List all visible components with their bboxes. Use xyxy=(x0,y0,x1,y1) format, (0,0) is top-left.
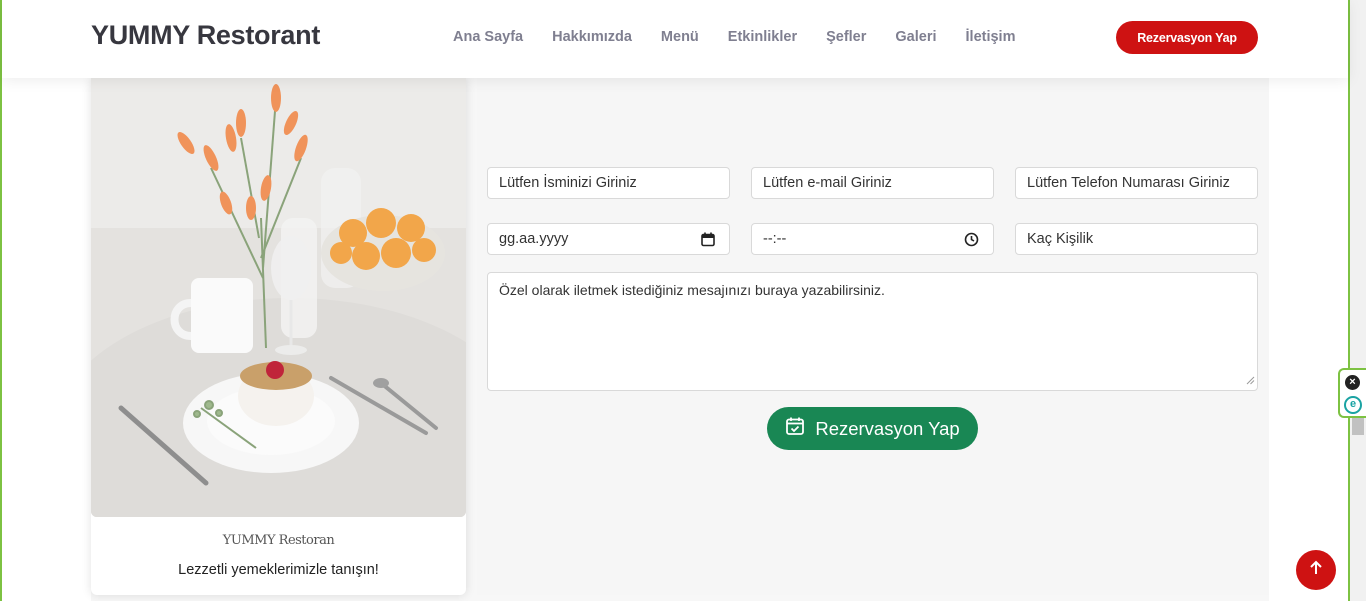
table-setting-photo xyxy=(91,78,466,517)
date-input[interactable]: gg.aa.yyyy xyxy=(487,223,730,255)
site-logo[interactable]: YUMMY Restorant xyxy=(91,20,320,51)
people-placeholder: Kaç Kişilik xyxy=(1027,231,1094,247)
nav-item-iletisim[interactable]: İletişim xyxy=(966,29,1016,45)
date-value: gg.aa.yyyy xyxy=(499,231,569,247)
nav-item-etkinlikler[interactable]: Etkinlikler xyxy=(728,29,797,45)
people-count-input[interactable]: Kaç Kişilik xyxy=(1015,223,1258,255)
card-title: YUMMY Restoran xyxy=(222,533,335,548)
scroll-to-top-button[interactable] xyxy=(1296,550,1336,590)
calendar-check-icon xyxy=(785,416,805,441)
nav-item-ana-sayfa[interactable]: Ana Sayfa xyxy=(453,29,523,45)
header-reservation-button[interactable]: Rezervasyon Yap xyxy=(1116,21,1258,54)
submit-reservation-button[interactable]: Rezervasyon Yap xyxy=(767,407,978,450)
arrow-up-icon xyxy=(1309,560,1323,581)
extension-panel: × e xyxy=(1338,368,1366,418)
nav-item-galeri[interactable]: Galeri xyxy=(895,29,936,45)
page-scrollbar-thumb[interactable] xyxy=(1352,418,1364,435)
page-scrollbar[interactable] xyxy=(1350,0,1366,601)
name-input[interactable]: Lütfen İsminizi Giriniz xyxy=(487,167,730,199)
section-right-gutter xyxy=(1269,78,1348,601)
extension-e-icon[interactable]: e xyxy=(1344,396,1362,414)
resize-handle-icon[interactable] xyxy=(1246,372,1255,388)
email-input[interactable]: Lütfen e-mail Giriniz xyxy=(751,167,994,199)
time-value: --:-- xyxy=(763,231,787,247)
email-placeholder: Lütfen e-mail Giriniz xyxy=(763,175,892,191)
clock-icon[interactable] xyxy=(964,232,979,251)
message-placeholder: Özel olarak iletmek istediğiniz mesajını… xyxy=(499,282,885,298)
submit-label: Rezervasyon Yap xyxy=(815,417,960,439)
phone-input[interactable]: Lütfen Telefon Numarası Giriniz xyxy=(1015,167,1258,199)
phone-placeholder: Lütfen Telefon Numarası Giriniz xyxy=(1027,175,1230,191)
nav-item-menu[interactable]: Menü xyxy=(661,29,699,45)
message-textarea[interactable]: Özel olarak iletmek istediğiniz mesajını… xyxy=(487,272,1258,391)
calendar-icon[interactable] xyxy=(701,232,715,251)
name-placeholder: Lütfen İsminizi Giriniz xyxy=(499,175,637,191)
restaurant-card: YUMMY Restoran Lezzetli yemeklerimizle t… xyxy=(91,78,466,595)
card-tagline: Lezzetli yemeklerimizle tanışın! xyxy=(178,562,379,578)
site-header: YUMMY Restorant Ana Sayfa Hakkımızda Men… xyxy=(2,0,1348,78)
main-nav: Ana Sayfa Hakkımızda Menü Etkinlikler Şe… xyxy=(453,29,1044,45)
nav-item-hakkimizda[interactable]: Hakkımızda xyxy=(552,29,632,45)
close-icon[interactable]: × xyxy=(1345,375,1360,390)
nav-item-sefler[interactable]: Şefler xyxy=(826,29,866,45)
time-input[interactable]: --:-- xyxy=(751,223,994,255)
section-left-gutter xyxy=(2,78,91,601)
